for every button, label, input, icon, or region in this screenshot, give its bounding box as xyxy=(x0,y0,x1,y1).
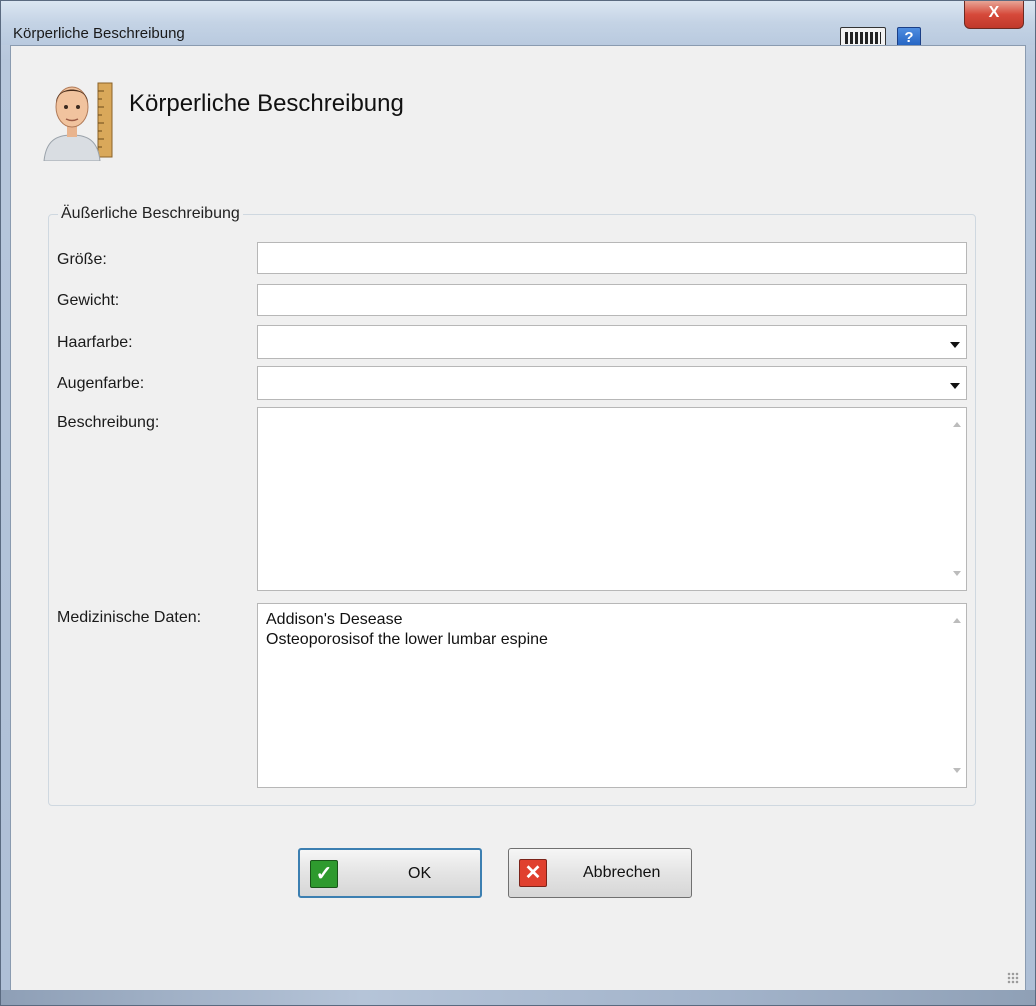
person-with-ruler-icon xyxy=(43,82,113,161)
scroll-down-icon[interactable] xyxy=(953,571,961,576)
description-label: Beschreibung: xyxy=(57,414,160,431)
scroll-up-icon[interactable] xyxy=(953,422,961,427)
ok-button-label: OK xyxy=(408,865,432,882)
hair-color-dropdown[interactable] xyxy=(257,325,967,359)
medical-data-label: Medizinische Daten: xyxy=(57,609,202,626)
dialog-window: Körperliche Beschreibung ? X Körperliche… xyxy=(0,0,1036,1006)
ok-button[interactable]: ✓ OK xyxy=(298,848,482,898)
chevron-down-icon[interactable] xyxy=(950,383,960,389)
medical-data-line: Osteoporosisof the lower lumbar espine xyxy=(266,631,548,648)
medical-data-line: Addison's Desease xyxy=(266,611,403,628)
title-bar[interactable]: Körperliche Beschreibung ? X xyxy=(1,1,1035,49)
resize-grip[interactable] xyxy=(1007,972,1019,984)
cancel-button[interactable]: ✕ Abbrechen xyxy=(508,848,692,898)
description-scrollbar[interactable] xyxy=(948,408,966,590)
chevron-down-icon[interactable] xyxy=(950,342,960,348)
description-textarea[interactable] xyxy=(257,407,967,591)
close-button[interactable]: X xyxy=(964,1,1024,29)
hair-color-label: Haarfarbe: xyxy=(57,334,133,351)
eye-color-dropdown[interactable] xyxy=(257,366,967,400)
dialog-content: Körperliche Beschreibung Äußerliche Besc… xyxy=(10,45,1026,991)
x-icon: ✕ xyxy=(519,859,547,887)
eye-color-label: Augenfarbe: xyxy=(57,375,145,392)
cancel-button-label: Abbrechen xyxy=(583,864,661,881)
window-bottom-frame xyxy=(1,990,1035,1005)
weight-label: Gewicht: xyxy=(57,292,120,309)
scroll-up-icon[interactable] xyxy=(953,618,961,623)
scroll-down-icon[interactable] xyxy=(953,768,961,773)
height-input[interactable] xyxy=(257,242,967,274)
medical-data-textarea[interactable]: Addison's Desease Osteoporosisof the low… xyxy=(257,603,967,788)
height-label: Größe: xyxy=(57,251,107,268)
weight-input[interactable] xyxy=(257,284,967,316)
dialog-heading: Körperliche Beschreibung xyxy=(129,90,404,117)
window-title: Körperliche Beschreibung xyxy=(13,25,185,42)
medical-data-scrollbar[interactable] xyxy=(948,604,966,787)
groupbox-legend: Äußerliche Beschreibung xyxy=(58,205,243,223)
checkmark-icon: ✓ xyxy=(310,860,338,888)
